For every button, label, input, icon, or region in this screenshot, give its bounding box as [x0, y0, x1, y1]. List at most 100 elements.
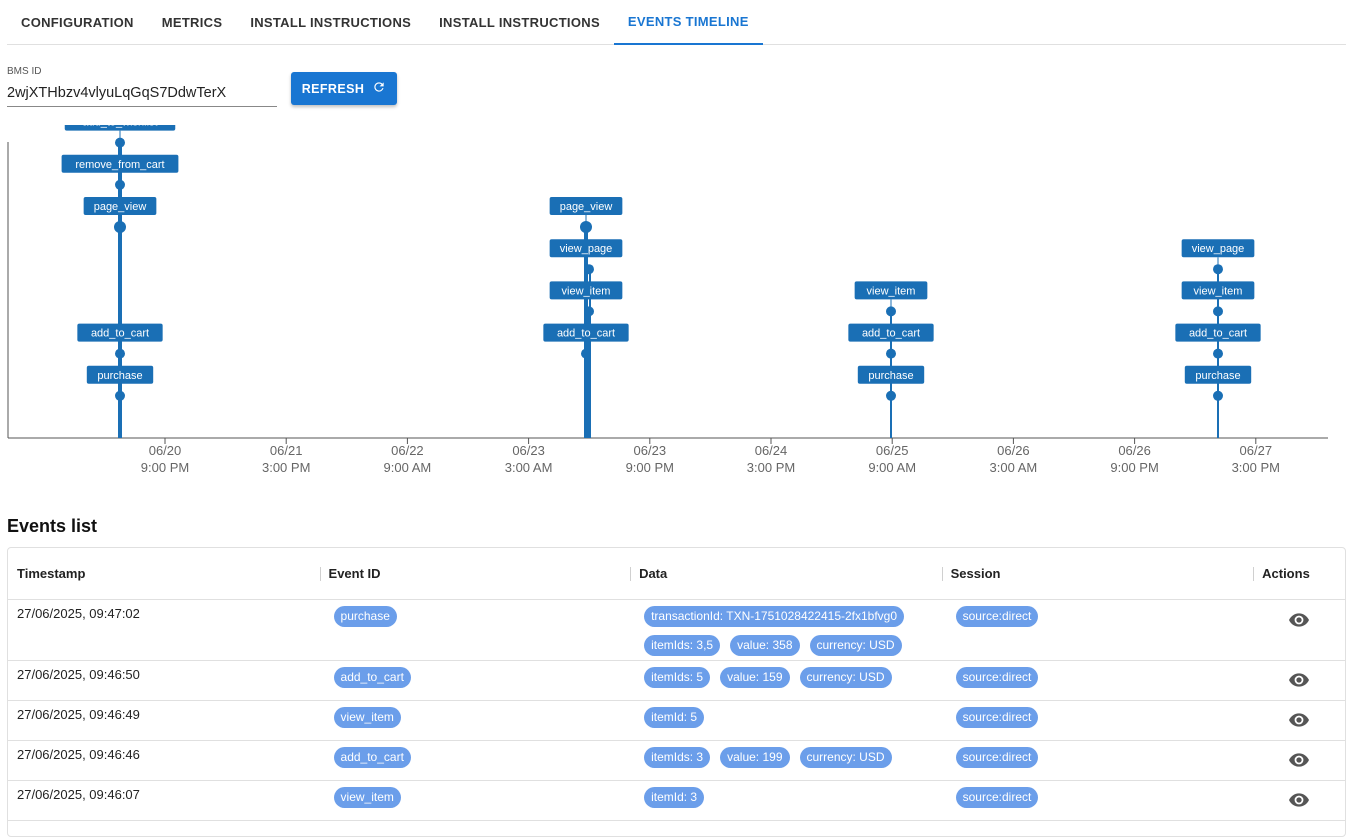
session-chip: source:direct — [955, 787, 1039, 808]
column-header-timestamp[interactable]: Timestamp — [8, 548, 320, 599]
timestamp-cell: 27/06/2025, 09:46:49 — [17, 707, 140, 722]
event-label: view_item — [867, 285, 916, 297]
eye-icon[interactable] — [1253, 741, 1345, 780]
x-tick-time-label: 9:00 AM — [868, 460, 916, 475]
data-chip: value: 199 — [720, 747, 790, 768]
tab-configuration[interactable]: CONFIGURATION — [7, 0, 148, 45]
eye-icon[interactable] — [1253, 600, 1345, 660]
x-tick-date-label: 06/24 — [755, 443, 788, 458]
data-cell: itemId: 3 — [630, 781, 942, 820]
x-tick-date-label: 06/23 — [634, 443, 667, 458]
x-tick-time-label: 9:00 PM — [626, 460, 674, 475]
timestamp-cell: 27/06/2025, 09:46:50 — [17, 667, 140, 682]
event-label: view_item — [1194, 285, 1243, 297]
refresh-button[interactable]: REFRESH — [291, 72, 397, 105]
column-header-data[interactable]: Data — [630, 548, 942, 599]
data-chip: transactionId: TXN-1751028422415-2fx1bfv… — [644, 606, 905, 627]
data-chip: currency: USD — [799, 747, 892, 768]
event-label: page_view — [94, 201, 147, 213]
event-label: add_to_cart — [1189, 328, 1247, 340]
x-tick-date-label: 06/26 — [1118, 443, 1151, 458]
data-cell: itemIds: 5 value: 159 currency: USD — [630, 661, 942, 700]
eye-icon[interactable] — [1253, 701, 1345, 740]
x-tick-time-label: 3:00 AM — [990, 460, 1038, 475]
data-chip: currency: USD — [809, 635, 902, 656]
table-row[interactable]: 27/06/2025, 09:46:50 add_to_cart itemIds: … — [8, 661, 1345, 701]
session-cell: source:direct — [942, 600, 1254, 660]
event-label: view_page — [560, 243, 613, 255]
x-tick-date-label: 06/20 — [149, 443, 182, 458]
x-tick-time-label: 9:00 PM — [1110, 460, 1158, 475]
table-header: Timestamp Event ID Data Session Actions — [8, 548, 1345, 600]
session-chip: source:direct — [955, 747, 1039, 768]
event-label: add_to_cart — [557, 328, 615, 340]
column-header-actions: Actions — [1253, 548, 1345, 599]
event-label: purchase — [1195, 370, 1240, 382]
table-row[interactable]: 27/06/2025, 09:46:07 view_item itemId: 3 so… — [8, 781, 1345, 821]
refresh-icon — [372, 80, 386, 97]
data-chip: value: 358 — [730, 635, 800, 656]
x-tick-time-label: 3:00 PM — [747, 460, 795, 475]
event-label: add_to_cart — [862, 328, 920, 340]
event-id-cell: add_to_cart — [320, 741, 631, 780]
tab-bar: CONFIGURATION METRICS INSTALL INSTRUCTIO… — [7, 0, 1346, 45]
refresh-label: REFRESH — [301, 81, 365, 96]
events-timeline-chart: 06/20 9:00 PM 06/21 3:00 PM 06/22 9:00 AM 06/2… — [7, 125, 1328, 475]
x-tick-date-label: 06/27 — [1240, 443, 1273, 458]
x-tick-date-label: 06/21 — [270, 443, 303, 458]
event-id-cell: purchase — [320, 600, 631, 660]
event-label: add_to_wishlist — [82, 125, 157, 129]
column-header-session[interactable]: Session — [941, 548, 1254, 599]
event-label: purchase — [868, 370, 913, 382]
data-chip: currency: USD — [799, 667, 892, 688]
session-chip: source:direct — [955, 606, 1039, 627]
eye-icon[interactable] — [1253, 661, 1345, 700]
x-tick-date-label: 06/22 — [391, 443, 424, 458]
event-label: view_page — [1192, 243, 1245, 255]
table-body: 27/06/2025, 09:47:02 purchase transactionI… — [8, 600, 1345, 821]
data-cell: itemIds: 3 value: 199 currency: USD — [630, 741, 942, 780]
event-id-cell: view_item — [320, 781, 631, 820]
events-list-title: Events list — [7, 516, 98, 536]
session-chip: source:direct — [955, 707, 1039, 728]
x-tick-time-label: 3:00 PM — [1232, 460, 1280, 475]
event-label: add_to_cart — [91, 328, 149, 340]
x-tick-date-label: 06/26 — [997, 443, 1030, 458]
data-chip: itemId: 5 — [644, 707, 705, 728]
x-tick-time-label: 9:00 PM — [141, 460, 189, 475]
tab-install-instructions-2[interactable]: INSTALL INSTRUCTIONS — [425, 0, 614, 45]
session-cell: source:direct — [942, 741, 1254, 780]
session-cell: source:direct — [942, 701, 1254, 740]
table-row[interactable]: 27/06/2025, 09:46:46 add_to_cart itemIds: … — [8, 741, 1345, 781]
data-cell: itemId: 5 — [630, 701, 942, 740]
data-chip: itemIds: 5 — [644, 667, 711, 688]
event-label: page_view — [560, 201, 613, 213]
event-id-chip: purchase — [333, 606, 397, 627]
data-chip: value: 159 — [720, 667, 790, 688]
events-table: Timestamp Event ID Data Session Actions … — [7, 547, 1346, 837]
event-id-chip: add_to_cart — [333, 667, 411, 688]
table-row[interactable]: 27/06/2025, 09:47:02 purchase transactionI… — [8, 600, 1345, 661]
event-label: purchase — [97, 370, 142, 382]
timestamp-cell: 27/06/2025, 09:46:46 — [17, 747, 140, 762]
timestamp-cell: 27/06/2025, 09:46:07 — [17, 787, 140, 802]
event-id-chip: view_item — [333, 707, 401, 728]
x-tick-time-label: 9:00 AM — [384, 460, 432, 475]
eye-icon[interactable] — [1253, 781, 1345, 820]
tab-install-instructions[interactable]: INSTALL INSTRUCTIONS — [236, 0, 425, 45]
event-id-cell: add_to_cart — [320, 661, 631, 700]
x-tick-date-label: 06/23 — [512, 443, 545, 458]
data-cell: transactionId: TXN-1751028422415-2fx1bfv… — [630, 600, 942, 660]
data-chip: itemId: 3 — [644, 787, 705, 808]
data-chip: itemIds: 3 — [644, 747, 711, 768]
column-header-event-id[interactable]: Event ID — [319, 548, 631, 599]
bms-id-input[interactable] — [7, 83, 277, 107]
event-label: remove_from_cart — [75, 159, 164, 171]
bms-id-field: BMS ID — [7, 66, 277, 107]
x-tick-time-label: 3:00 AM — [505, 460, 553, 475]
session-cell: source:direct — [942, 781, 1254, 820]
tab-metrics[interactable]: METRICS — [148, 0, 237, 45]
tab-events-timeline[interactable]: EVENTS TIMELINE — [613, 0, 763, 45]
table-row[interactable]: 27/06/2025, 09:46:49 view_item itemId: 5 so… — [8, 701, 1345, 741]
timestamp-cell: 27/06/2025, 09:47:02 — [17, 606, 140, 621]
